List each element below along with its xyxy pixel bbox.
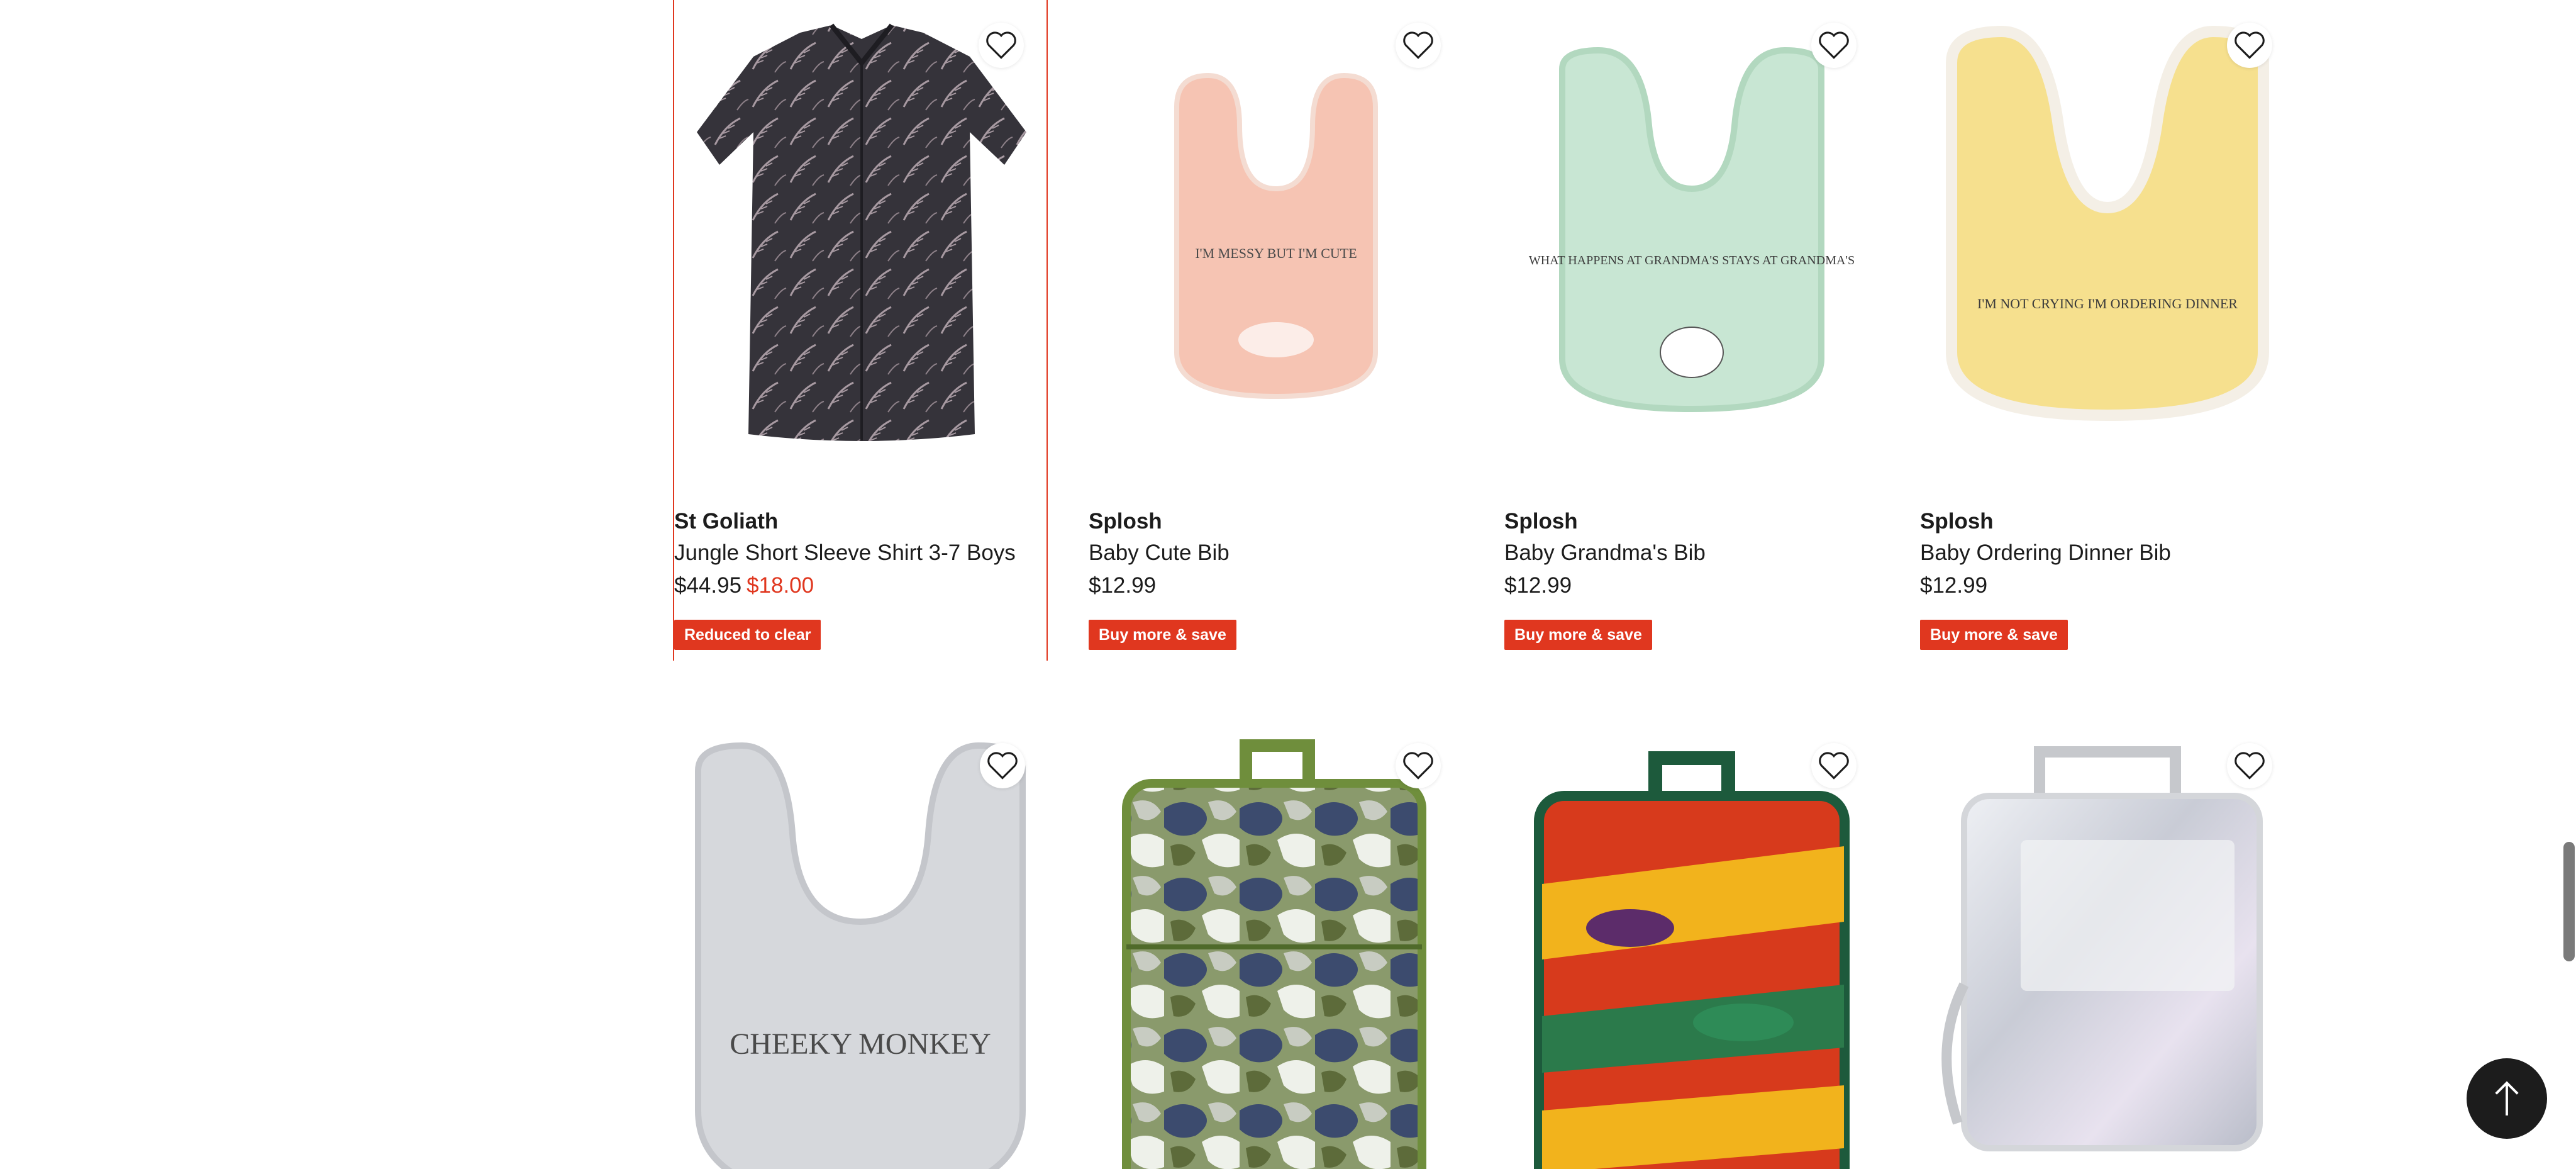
promo-badge[interactable]: Buy more & save [1504, 620, 1652, 650]
product-info: St Goliath Jungle Short Sleeve Shirt 3-7… [674, 506, 1049, 650]
wishlist-heart-icon[interactable] [1811, 743, 1857, 788]
product-info: Splosh Baby Ordering Dinner Bib $12.99 B… [1920, 506, 2295, 650]
product-brand[interactable]: Splosh [1920, 506, 2295, 537]
product-title[interactable]: Baby Ordering Dinner Bib [1920, 538, 2295, 568]
product-price: $12.99 [1089, 573, 1157, 598]
bib-text: WHAT HAPPENS AT GRANDMA'S STAYS AT GRAND… [1529, 254, 1855, 267]
bib-grey-image[interactable]: CHEEKY MONKEY [673, 720, 1048, 1169]
bib-text: I'M NOT CRYING I'M ORDERING DINNER [1977, 296, 2238, 311]
wishlist-heart-icon[interactable] [2227, 23, 2272, 68]
scrollbar[interactable] [2562, 0, 2576, 1169]
product-title[interactable]: Jungle Short Sleeve Shirt 3-7 Boys [674, 538, 1049, 568]
product-brand[interactable]: St Goliath [674, 506, 1049, 537]
price-now: $18.00 [747, 573, 814, 598]
wishlist-heart-icon[interactable] [980, 743, 1025, 788]
bib-yellow-image[interactable]: I'M NOT CRYING I'M ORDERING DINNER [1920, 0, 2295, 478]
product-brand[interactable]: Splosh [1504, 506, 1879, 537]
product-price: $44.95 $18.00 [674, 571, 1049, 601]
product-info: Splosh Baby Cute Bib $12.99 Buy more & s… [1089, 506, 1463, 650]
wishlist-heart-icon[interactable] [1396, 743, 1441, 788]
wishlist-heart-icon[interactable] [1396, 23, 1441, 68]
wishlist-heart-icon[interactable] [979, 23, 1024, 68]
bib-green-image[interactable]: WHAT HAPPENS AT GRANDMA'S STAYS AT GRAND… [1504, 0, 1879, 478]
product-row: St Goliath Jungle Short Sleeve Shirt 3-7… [673, 0, 2333, 661]
dino-lunchbag-image[interactable] [1504, 720, 1879, 1169]
product-row: CHEEKY MONKEY [673, 720, 2333, 1169]
scrollbar-thumb[interactable] [2563, 842, 2575, 961]
promo-badge[interactable]: Buy more & save [1089, 620, 1236, 650]
wishlist-heart-icon[interactable] [1811, 23, 1857, 68]
shirt-image[interactable] [674, 0, 1049, 478]
bib-text: I'M MESSY BUT I'M CUTE [1195, 245, 1357, 261]
price-was: $44.95 [674, 573, 742, 598]
product-title[interactable]: Baby Cute Bib [1089, 538, 1463, 568]
product-card[interactable]: St Goliath Jungle Short Sleeve Shirt 3-7… [673, 0, 1048, 661]
back-to-top-button[interactable] [2467, 1058, 2547, 1139]
wishlist-heart-icon[interactable] [2227, 743, 2272, 788]
product-title[interactable]: Baby Grandma's Bib [1504, 538, 1879, 568]
arrow-up-icon [2495, 1081, 2519, 1116]
bib-text: CHEEKY MONKEY [730, 1027, 991, 1061]
product-info: Splosh Baby Grandma's Bib $12.99 Buy mor… [1504, 506, 1879, 650]
silver-lunchbag-image[interactable] [1920, 720, 2295, 1169]
camo-lunchbag-image[interactable] [1089, 720, 1463, 1169]
promo-badge[interactable]: Buy more & save [1920, 620, 2068, 650]
product-price: $12.99 [1504, 573, 1572, 598]
product-brand[interactable]: Splosh [1089, 506, 1463, 537]
product-price: $12.99 [1920, 573, 1988, 598]
bib-pink-image[interactable]: I'M MESSY BUT I'M CUTE [1089, 0, 1463, 478]
promo-badge[interactable]: Reduced to clear [674, 620, 821, 650]
